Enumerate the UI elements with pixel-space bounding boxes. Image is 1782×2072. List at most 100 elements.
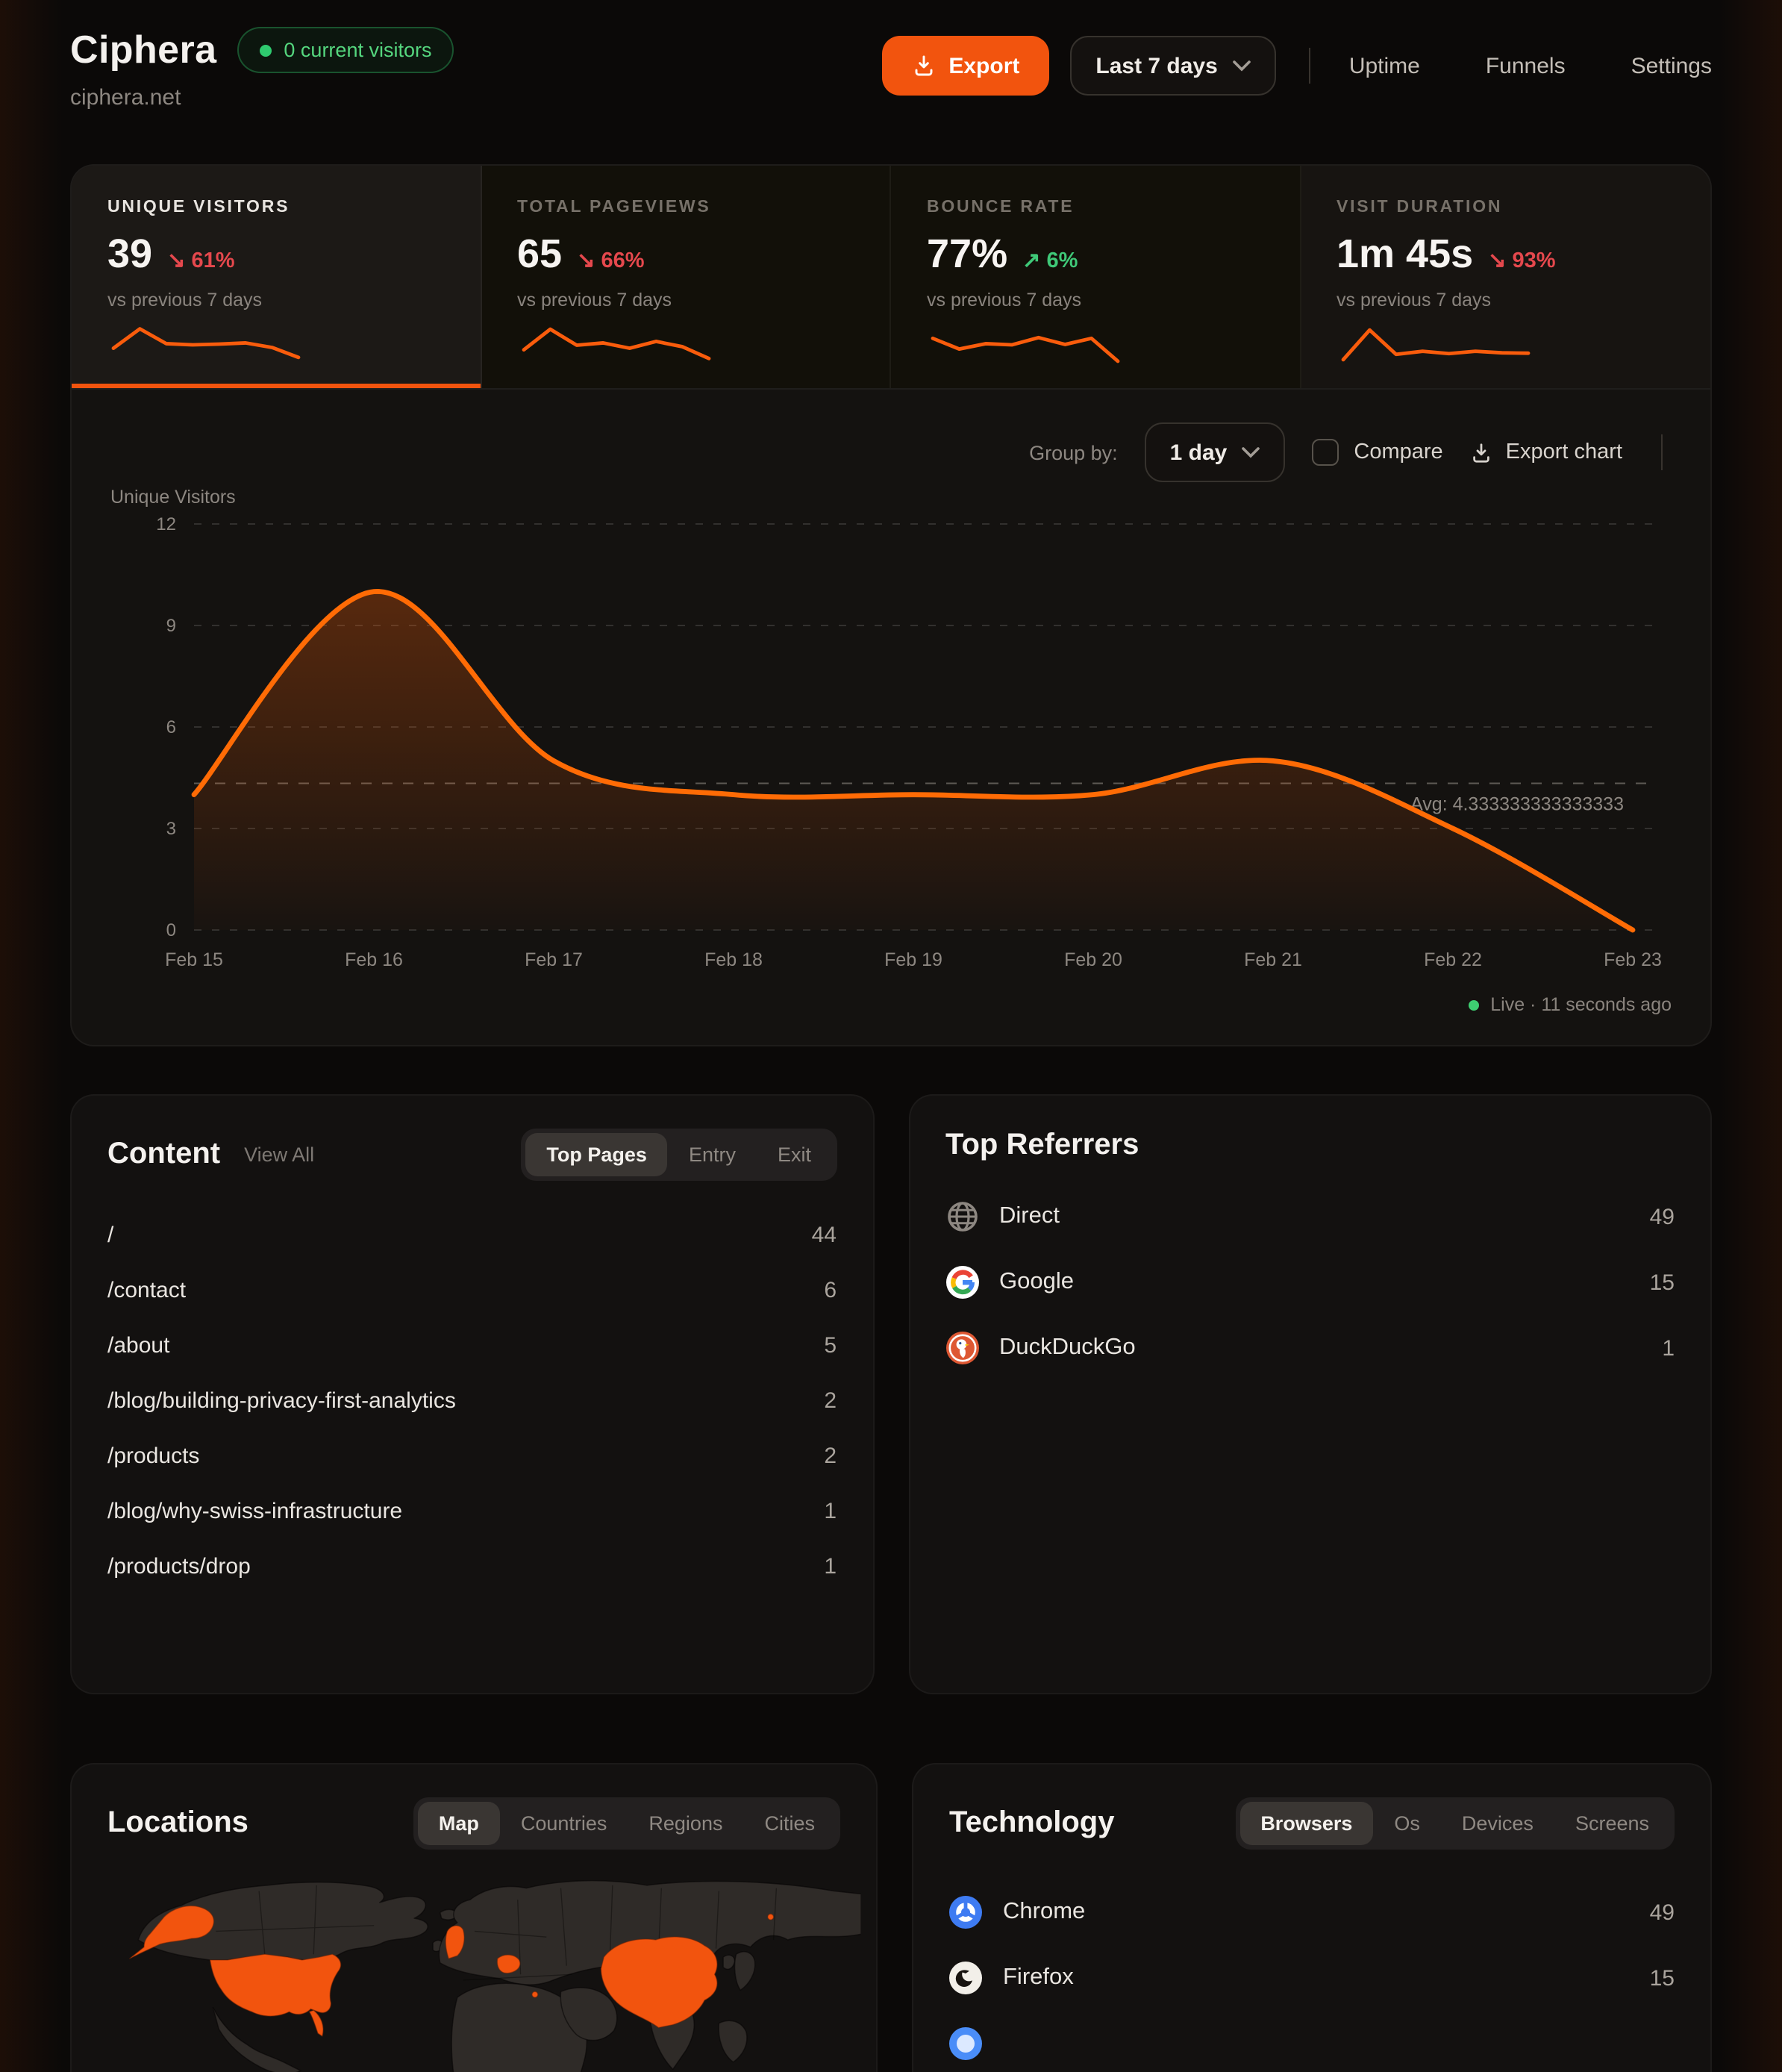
header-divider — [1309, 48, 1310, 84]
tab-entry[interactable]: Entry — [668, 1133, 757, 1176]
page-path: /contact — [107, 1277, 186, 1302]
page-count: 5 — [824, 1332, 837, 1358]
stat-tab-visit-duration[interactable]: VISIT DURATION 1m 45s ↘ 93% vs previous … — [1301, 166, 1710, 388]
nav-funnels[interactable]: Funnels — [1486, 53, 1566, 78]
main-nav: Uptime Funnels Settings — [1349, 53, 1712, 78]
group-by-label: Group by: — [1029, 441, 1118, 464]
globe-icon — [945, 1200, 978, 1233]
list-item[interactable]: /contact 6 — [107, 1272, 837, 1308]
list-item[interactable]: Chrome 49 — [949, 1891, 1675, 1933]
stat-tab-bounce-rate[interactable]: BOUNCE RATE 77% ↗ 6% vs previous 7 days — [891, 166, 1301, 388]
svg-text:Feb 18: Feb 18 — [704, 949, 763, 970]
content-title: Content — [107, 1138, 220, 1172]
page-title: Ciphera — [70, 27, 216, 73]
tab-os[interactable]: Os — [1373, 1802, 1441, 1845]
list-item[interactable]: Google 15 — [945, 1261, 1675, 1303]
page-path: /blog/building-privacy-first-analytics — [107, 1388, 456, 1413]
list-item[interactable]: Direct 49 — [945, 1196, 1675, 1238]
tab-countries[interactable]: Countries — [500, 1802, 628, 1845]
referrers-list: Direct 49 Google 15 — [945, 1196, 1675, 1369]
svg-text:Feb 16: Feb 16 — [345, 949, 403, 970]
sparkline-chart — [517, 322, 714, 367]
top-pages-list: /44 /contact 6 /about 5 /blog/building-pri… — [107, 1217, 837, 1584]
page-path: /about — [107, 1332, 169, 1358]
referrer-name: Direct — [999, 1203, 1060, 1230]
referrers-card: Top Referrers Direct 49 — [908, 1094, 1712, 1694]
browser-name: Firefox — [1003, 1965, 1074, 1991]
svg-text:6: 6 — [166, 717, 176, 737]
svg-text:3: 3 — [166, 819, 176, 839]
page-count: 1 — [824, 1553, 837, 1579]
stat-tab-unique-visitors[interactable]: UNIQUE VISITORS 39 ↘ 61% vs previous 7 d… — [72, 166, 481, 388]
group-by-value: 1 day — [1170, 440, 1228, 465]
list-item[interactable]: /products2 — [107, 1438, 837, 1473]
stat-compare-text: vs previous 7 days — [1336, 290, 1675, 311]
page-count: 6 — [824, 1277, 837, 1302]
list-item[interactable]: /blog/why-swiss-infrastructure1 — [107, 1493, 837, 1529]
sparkline-chart — [927, 322, 1124, 367]
chart-controls: Group by: 1 day Compare Export chart — [107, 422, 1675, 482]
stat-tabs: UNIQUE VISITORS 39 ↘ 61% vs previous 7 d… — [72, 166, 1710, 390]
tab-regions[interactable]: Regions — [628, 1802, 743, 1845]
nav-settings[interactable]: Settings — [1631, 53, 1712, 78]
page-count: 44 — [812, 1222, 837, 1247]
header: Ciphera 0 current visitors ciphera.net E… — [70, 0, 1712, 140]
svg-text:Feb 20: Feb 20 — [1064, 949, 1122, 970]
tab-top-pages[interactable]: Top Pages — [525, 1133, 668, 1176]
sparkline-chart — [107, 322, 304, 367]
main-line-chart[interactable]: Unique Visitors036912Avg: 4.333333333333… — [107, 482, 1678, 978]
tab-devices[interactable]: Devices — [1441, 1802, 1554, 1845]
compare-checkbox[interactable] — [1312, 439, 1339, 466]
browser-count: 49 — [1650, 1900, 1675, 1925]
view-all-link[interactable]: View All — [244, 1143, 314, 1166]
chart-section: Group by: 1 day Compare Export chart — [72, 422, 1710, 1045]
export-chart-button[interactable]: Export chart — [1470, 440, 1622, 464]
stat-value: 39 — [107, 231, 152, 278]
group-by-dropdown[interactable]: 1 day — [1145, 422, 1286, 482]
tab-cities[interactable]: Cities — [743, 1802, 836, 1845]
nav-uptime[interactable]: Uptime — [1349, 53, 1420, 78]
svg-text:Feb 17: Feb 17 — [525, 949, 583, 970]
technology-title: Technology — [949, 1806, 1115, 1841]
list-item[interactable]: /44 — [107, 1217, 837, 1252]
svg-text:Feb 23: Feb 23 — [1604, 949, 1662, 970]
stat-tab-total-pageviews[interactable]: TOTAL PAGEVIEWS 65 ↘ 66% vs previous 7 d… — [481, 166, 891, 388]
world-map[interactable] — [87, 1873, 861, 2072]
stat-value: 65 — [517, 231, 562, 278]
stat-value: 77% — [927, 231, 1007, 278]
download-icon — [911, 54, 935, 78]
list-item[interactable]: /about 5 — [107, 1327, 837, 1363]
svg-text:Avg: 4.333333333333333: Avg: 4.333333333333333 — [1410, 794, 1624, 815]
stat-value: 1m 45s — [1336, 231, 1473, 278]
export-chart-label: Export chart — [1506, 440, 1622, 464]
technology-card: Technology Browsers Os Devices Screens — [912, 1763, 1712, 2072]
chevron-down-icon — [1242, 446, 1260, 458]
compare-toggle[interactable]: Compare — [1312, 439, 1442, 466]
tab-exit[interactable]: Exit — [757, 1133, 832, 1176]
svg-text:Unique Visitors: Unique Visitors — [110, 487, 236, 508]
list-item-partial[interactable] — [949, 2023, 1675, 2065]
live-status-text: Live · 11 seconds ago — [1490, 994, 1672, 1015]
date-range-dropdown[interactable]: Last 7 days — [1070, 36, 1275, 96]
page-path: /blog/why-swiss-infrastructure — [107, 1498, 402, 1523]
svg-text:0: 0 — [166, 920, 176, 940]
list-item[interactable]: Firefox 15 — [949, 1957, 1675, 1999]
export-button[interactable]: Export — [881, 36, 1049, 96]
technology-tabs: Browsers Os Devices Screens — [1235, 1797, 1675, 1850]
chevron-down-icon — [1233, 60, 1251, 72]
list-item[interactable]: /products/drop1 — [107, 1548, 837, 1584]
analytics-dashboard: Ciphera 0 current visitors ciphera.net E… — [0, 0, 1782, 2072]
tab-browsers[interactable]: Browsers — [1239, 1802, 1373, 1845]
tab-screens[interactable]: Screens — [1554, 1802, 1670, 1845]
chrome-icon — [949, 1896, 982, 1929]
export-button-label: Export — [948, 53, 1019, 78]
list-item[interactable]: DuckDuckGo 1 — [945, 1327, 1675, 1369]
list-item[interactable]: /blog/building-privacy-first-analytics2 — [107, 1382, 837, 1418]
duckduckgo-icon — [945, 1332, 978, 1364]
stat-delta: ↘ 66% — [577, 249, 644, 273]
tab-map[interactable]: Map — [418, 1802, 500, 1845]
stat-compare-text: vs previous 7 days — [107, 290, 444, 311]
sparkline-chart — [1336, 322, 1534, 367]
live-dot-icon — [1468, 999, 1478, 1010]
google-icon — [945, 1266, 978, 1299]
